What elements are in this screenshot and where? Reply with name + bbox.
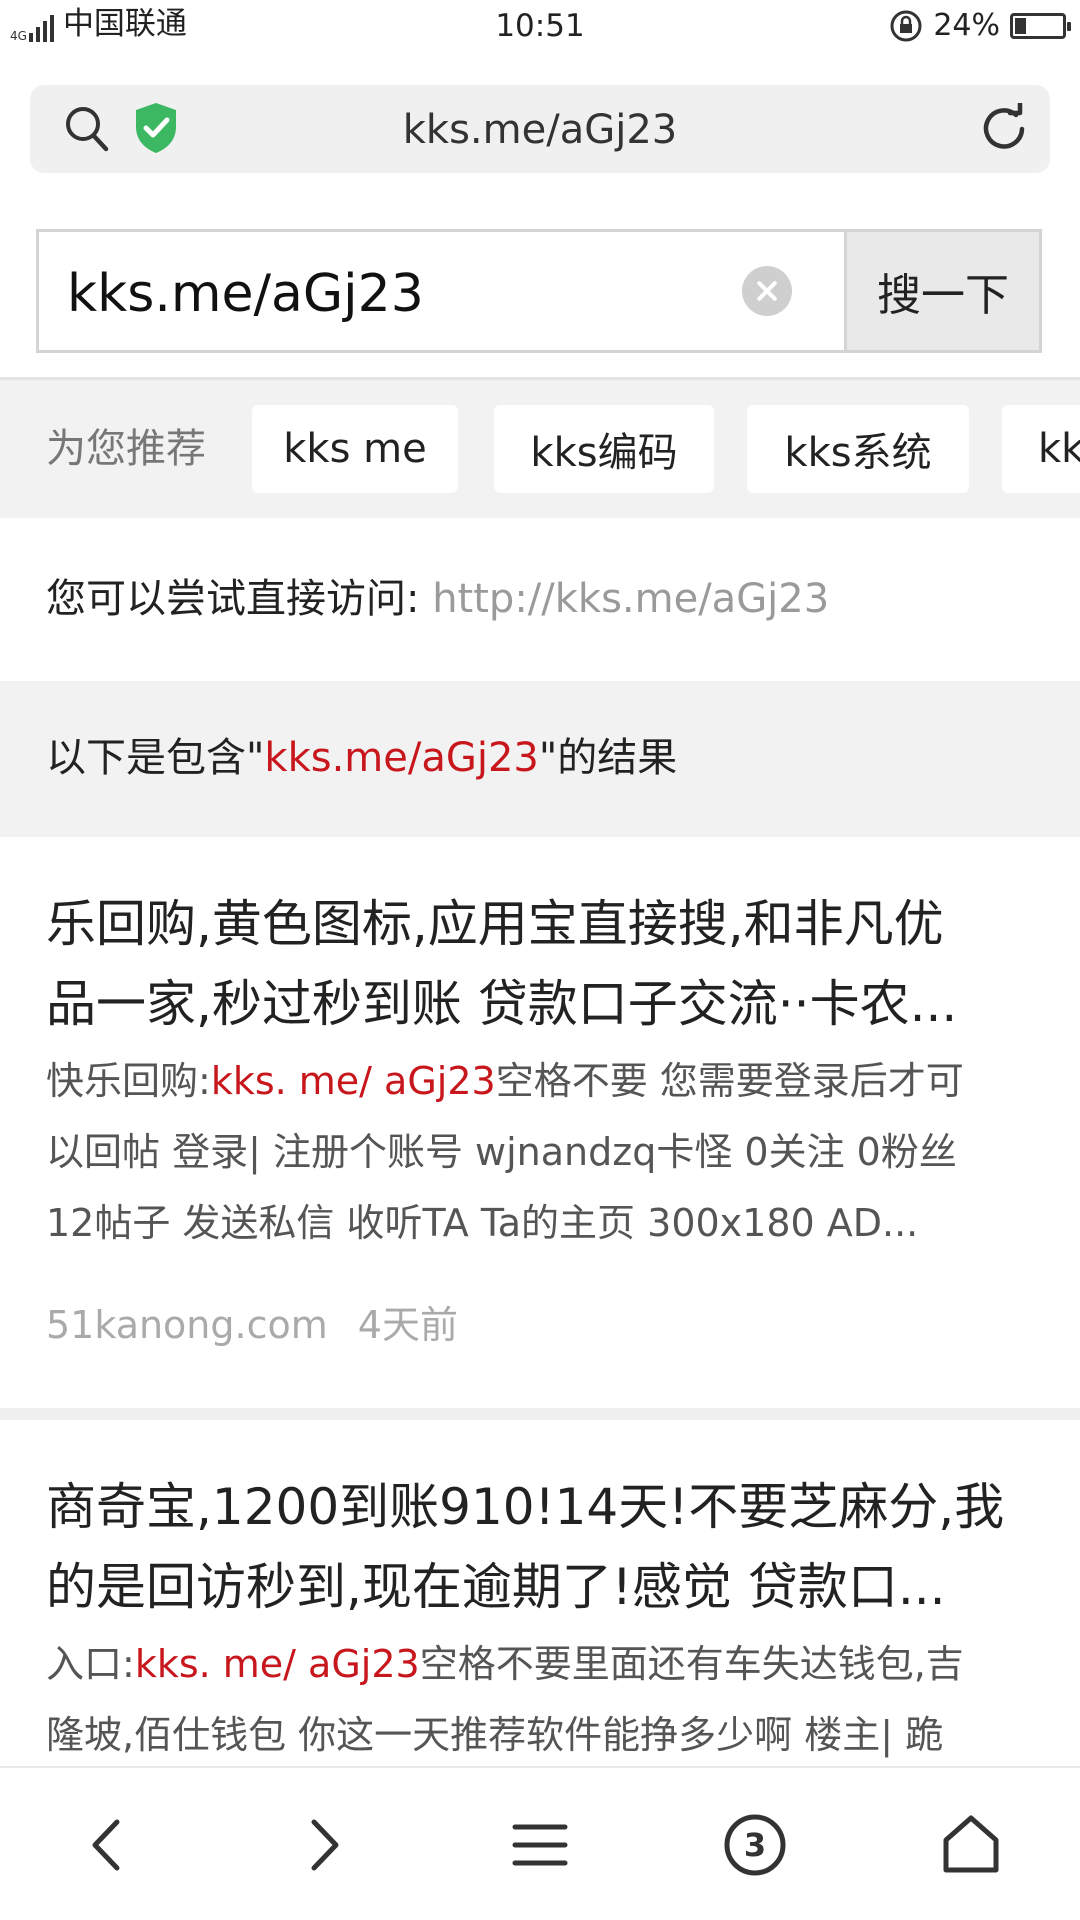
search-button[interactable]: 搜一下 — [844, 229, 1042, 353]
result-snippet: 快乐回购:kks. me/ aGj23空格不要 您需要登录后才可 以回帖 登录|… — [46, 1046, 1036, 1259]
status-bar: 4G 中国联通 10:51 24% — [0, 0, 1080, 56]
results-header-prefix: 以下是包含" — [46, 735, 265, 781]
battery-percent: 24% — [933, 8, 1000, 43]
back-icon[interactable] — [73, 1810, 143, 1880]
recommend-chip[interactable]: kks编码 — [494, 405, 714, 493]
snippet-prefix: 入口: — [46, 1642, 135, 1686]
snippet-text: 以回帖 登录| 注册个账号 wjnandzq卡怪 0关注 0粉丝 — [46, 1130, 957, 1174]
results-header-suffix: "的结果 — [538, 735, 678, 781]
home-icon[interactable] — [936, 1810, 1006, 1880]
direct-visit: 您可以尝试直接访问: http://kks.me/aGj23 — [46, 576, 829, 622]
result-title[interactable]: 商奇宝,1200到账910!14天!不要芝麻分,我 的是回访秒到,现在逾期了!感… — [46, 1467, 1036, 1627]
snippet-text: 隆坡,佰仕钱包 你这一天推荐软件能挣多少啊 楼主| 跪 — [46, 1713, 944, 1757]
result-divider — [0, 1408, 1080, 1420]
rotation-lock-icon — [890, 10, 922, 41]
result-meta: 51kanong.com 4天前 — [46, 1303, 1036, 1347]
search-input-value[interactable]: kks.me/aGj23 — [67, 264, 424, 324]
search-result[interactable]: 商奇宝,1200到账910!14天!不要芝麻分,我 的是回访秒到,现在逾期了!感… — [46, 1467, 1036, 1771]
recommend-chip[interactable]: kks系统 — [747, 405, 969, 493]
battery-icon — [1010, 12, 1071, 39]
direct-visit-label: 您可以尝试直接访问: — [46, 576, 420, 622]
result-title-line[interactable]: 的是回访秒到,现在逾期了!感觉 贷款口... — [46, 1547, 1036, 1627]
tab-count[interactable]: 3 — [720, 1810, 790, 1880]
result-title[interactable]: 乐回购,黄色图标,应用宝直接搜,和非凡优 品一家,秒过秒到账 贷款口子交流··卡… — [46, 884, 1036, 1044]
refresh-icon[interactable] — [978, 103, 1032, 155]
result-snippet: 入口:kks. me/ aGj23空格不要里面还有车失达钱包,吉 隆坡,佰仕钱包… — [46, 1629, 1036, 1771]
snippet-highlight: kks. me/ aGj23 — [210, 1059, 496, 1103]
result-title-line[interactable]: 商奇宝,1200到账910!14天!不要芝麻分,我 — [46, 1467, 1036, 1547]
direct-visit-link[interactable]: http://kks.me/aGj23 — [432, 576, 829, 622]
snippet-text: 12帖子 发送私信 收听TA Ta的主页 300x180 AD... — [46, 1201, 919, 1245]
snippet-highlight: kks. me/ aGj23 — [134, 1642, 420, 1686]
search-result[interactable]: 乐回购,黄色图标,应用宝直接搜,和非凡优 品一家,秒过秒到账 贷款口子交流··卡… — [46, 884, 1036, 1347]
tabs-button[interactable]: 3 — [720, 1810, 790, 1880]
search-input[interactable]: kks.me/aGj23 — [36, 229, 844, 353]
forward-icon[interactable] — [288, 1810, 358, 1880]
result-time: 4天前 — [357, 1303, 458, 1347]
recommend-chip[interactable]: kk — [1002, 405, 1080, 493]
status-right: 24% — [889, 8, 1071, 43]
result-title-line[interactable]: 品一家,秒过秒到账 贷款口子交流··卡农... — [46, 964, 1036, 1044]
recommend-chip[interactable]: kks me — [252, 405, 458, 493]
bottom-nav: 3 — [0, 1766, 1080, 1920]
clear-icon[interactable] — [742, 266, 792, 316]
recommend-bar: 为您推荐 kks me kks编码 kks系统 kk — [0, 380, 1080, 518]
snippet-text: 空格不要 您需要登录后才可 — [495, 1059, 964, 1103]
address-bar[interactable]: kks.me/aGj23 — [30, 85, 1050, 173]
menu-icon[interactable] — [505, 1810, 575, 1880]
snippet-text: 空格不要里面还有车失达钱包,吉 — [419, 1642, 964, 1686]
result-title-line[interactable]: 乐回购,黄色图标,应用宝直接搜,和非凡优 — [46, 884, 1036, 964]
result-source: 51kanong.com — [46, 1303, 328, 1347]
results-header-query: kks.me/aGj23 — [264, 735, 539, 781]
address-url[interactable]: kks.me/aGj23 — [30, 107, 1050, 153]
snippet-prefix: 快乐回购: — [46, 1059, 211, 1103]
recommend-label: 为您推荐 — [46, 426, 206, 472]
results-header: 以下是包含"kks.me/aGj23"的结果 — [0, 681, 1080, 837]
